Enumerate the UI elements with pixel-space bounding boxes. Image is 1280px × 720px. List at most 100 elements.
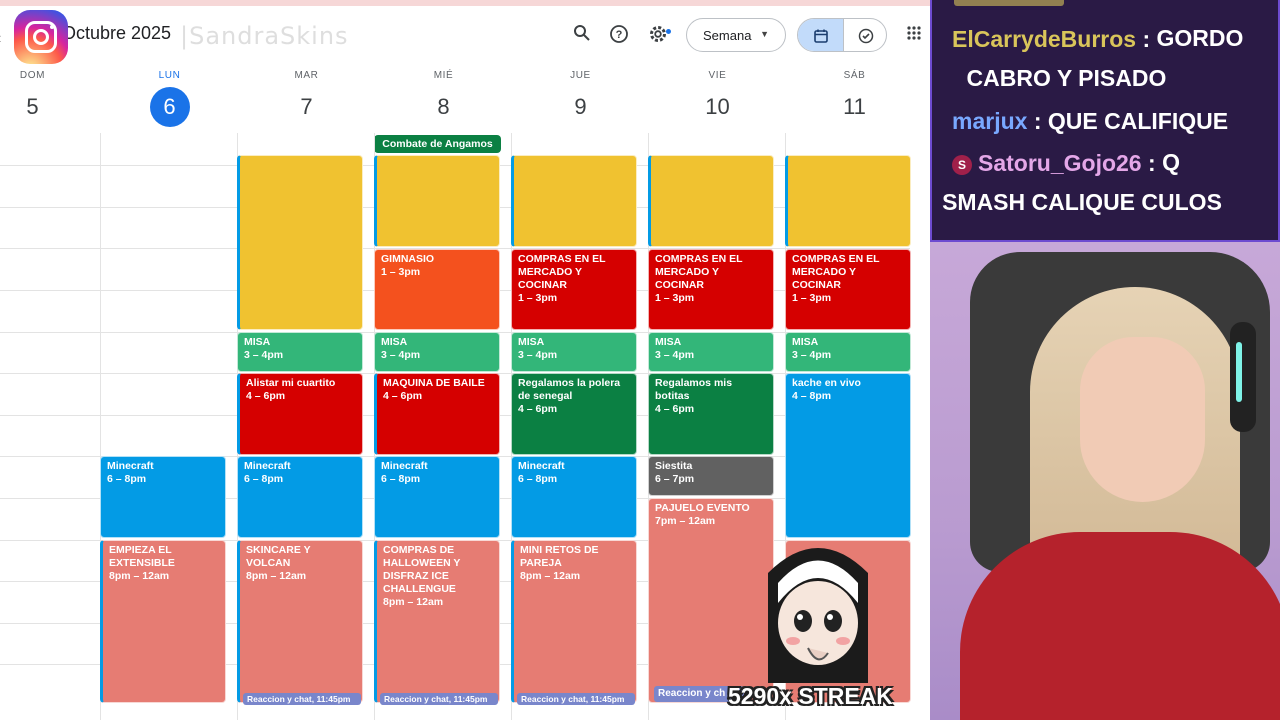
day-number-today[interactable]: 6 [149,87,190,127]
nun-emote-icon [768,548,868,683]
event-regalamos[interactable]: Regalamos la polera de senegal 4 – 6pm [511,373,637,455]
streak-overlay-text: 5290x STREAK [728,683,893,709]
tasks-check-icon[interactable] [843,19,886,51]
event-halloween[interactable]: COMPRAS DE HALLOWEEN Y DISFRAZ ICE CHALL… [374,540,500,703]
event-time: 3 – 4pm [792,349,832,361]
help-icon[interactable]: ? [607,24,631,48]
event-chip-reaccion[interactable]: Reaccion y chat, 11:45pm [380,693,498,705]
event-kache[interactable]: kache en vivo 4 – 8pm [785,373,911,538]
event-chip-reaccion[interactable]: Reaccion y chat, 11:45pm [243,693,361,705]
day-header-mie[interactable]: MIÉ 8 [375,70,512,127]
event-retos[interactable]: MINI RETOS DE PAREJA 8pm – 12am [511,540,637,703]
event-minecraft[interactable]: Minecraft 6 – 8pm [237,456,363,538]
stream-chat-overlay: ElCarrydeBurros : GORDO CABRO Y PISADO m… [930,0,1280,242]
day-header-lun[interactable]: LUN 6 [101,70,238,127]
day-number[interactable]: 7 [287,87,327,127]
caret-down-icon: ▼ [760,29,769,39]
all-day-event[interactable]: Combate de Angamos [374,135,501,153]
event-title: MISA [655,336,682,348]
event-time: 6 – 8pm [244,473,284,485]
event-time: 4 – 6pm [383,390,423,402]
calendar-app: ‹ Octubre 2025 |SandraSkins ? Semana ▼ [0,0,930,720]
event-title: MISA [518,336,545,348]
event-misa[interactable]: MISA 3 – 4pm [511,332,637,372]
day-header-jue[interactable]: JUE 9 [512,70,649,127]
event-empieza[interactable]: EMPIEZA EL EXTENSIBLE 8pm – 12am [100,540,226,703]
event-regalamos[interactable]: Regalamos mis botitas 4 – 6pm [648,373,774,455]
day-number[interactable]: 11 [835,87,875,127]
event-title: Siestita [655,460,693,472]
watermark-text: |SandraSkins [180,22,349,50]
day-header-sab[interactable]: SÁB 11 [786,70,923,127]
day-number[interactable]: 10 [698,87,738,127]
event-minecraft[interactable]: Minecraft 6 – 8pm [511,456,637,538]
day-name: DOM [19,70,46,81]
event-compras[interactable]: COMPRAS EN EL MERCADO Y COCINAR 1 – 3pm [511,249,637,330]
settings-gear-icon[interactable] [646,24,670,48]
headset-icon [1230,322,1256,432]
event-compras[interactable]: COMPRAS EN EL MERCADO Y COCINAR 1 – 3pm [785,249,911,330]
instagram-logo-icon [14,10,68,64]
event-title: EMPIEZA EL EXTENSIBLE [109,544,175,569]
view-toggle[interactable] [797,18,887,52]
event-misa[interactable]: MISA 3 – 4pm [237,332,363,372]
event-compras[interactable]: COMPRAS EN EL MERCADO Y COCINAR 1 – 3pm [648,249,774,330]
event-title: GIMNASIO [381,253,435,265]
day-number[interactable]: 8 [424,87,464,127]
event-time: 3 – 4pm [518,349,558,361]
view-select[interactable]: Semana ▼ [686,18,786,52]
chat-message: S Satoru_Gojo26 : Q SMASH CALIQUE CULOS [942,149,1262,222]
chat-text: QUE CALIFIQUE [1047,108,1229,134]
event-title: Minecraft [518,460,565,472]
event-misa[interactable]: MISA 3 – 4pm [648,332,774,372]
day-header-dom[interactable]: DOM 5 [0,70,101,127]
event-misa[interactable]: MISA 3 – 4pm [374,332,500,372]
event-alistar[interactable]: Alistar mi cuartito 4 – 6pm [237,373,363,455]
day-name: MAR [294,70,319,81]
event-title: MAQUINA DE BAILE [383,377,485,389]
svg-text:?: ? [616,29,623,41]
event-time: 1 – 3pm [381,266,421,278]
day-name: VIE [708,70,727,81]
webcam-feed [930,242,1280,720]
event-chip-reaccion[interactable]: Reaccion y chat, 11:45pm [517,693,635,705]
event-time: 8pm – 12am [520,570,581,582]
event-minecraft[interactable]: Minecraft 6 – 8pm [374,456,500,538]
chat-username: marjux [952,108,1028,134]
search-icon[interactable] [570,24,594,48]
event-title: Minecraft [244,460,291,472]
day-name: LUN [158,70,181,81]
event-time: 4 – 6pm [655,403,695,415]
event-minecraft[interactable]: Minecraft 6 – 8pm [100,456,226,538]
event-block[interactable] [511,155,637,247]
day-header-mar[interactable]: MAR 7 [238,70,375,127]
event-block[interactable] [237,155,363,330]
event-block[interactable] [785,155,911,247]
event-gimnasio[interactable]: GIMNASIO 1 – 3pm [374,249,500,330]
event-block[interactable] [374,155,500,247]
chat-text: GORDO CABRO Y PISADO [966,25,1244,91]
streamer-hoodie [960,532,1280,720]
event-siestita[interactable]: Siestita 6 – 7pm [648,456,774,496]
event-skincare[interactable]: SKINCARE Y VOLCAN 8pm – 12am [237,540,363,703]
day-number[interactable]: 9 [561,87,601,127]
event-misa[interactable]: MISA 3 – 4pm [785,332,911,372]
apps-grid-icon[interactable] [902,24,926,48]
event-time: 1 – 3pm [792,292,832,304]
event-title: Regalamos la polera de senegal [518,377,621,402]
event-block[interactable] [648,155,774,247]
back-arrow-icon[interactable]: ‹ [0,30,1,48]
event-title: COMPRAS EN EL MERCADO Y COCINAR [518,253,606,291]
event-title: MINI RETOS DE PAREJA [520,544,599,569]
event-time: 3 – 4pm [381,349,421,361]
event-time: 1 – 3pm [518,292,558,304]
event-time: 3 – 4pm [655,349,695,361]
day-header-vie[interactable]: VIE 10 [649,70,786,127]
event-maquina[interactable]: MAQUINA DE BAILE 4 – 6pm [374,373,500,455]
chat-previous-line-fragment [954,0,1064,6]
event-time: 6 – 8pm [107,473,147,485]
top-stripe [0,0,930,6]
event-title: PAJUELO EVENTO [655,502,750,514]
calendar-icon[interactable] [798,19,843,51]
day-number[interactable]: 5 [13,87,53,127]
